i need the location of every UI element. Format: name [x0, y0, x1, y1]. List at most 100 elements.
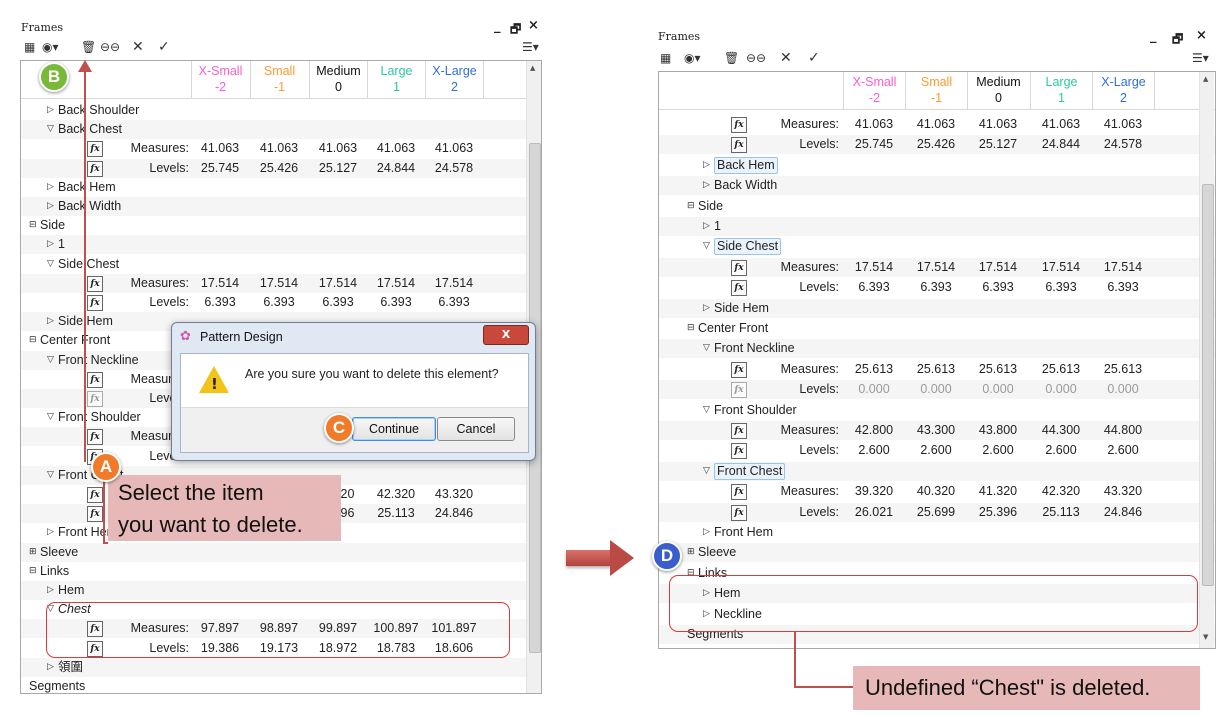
value-cell[interactable]: 25.699 [905, 503, 967, 522]
expand-box-icon[interactable]: ⊞ [29, 543, 37, 562]
scroll-up-icon[interactable]: ▲ [1203, 75, 1208, 83]
value-cell[interactable]: 24.846 [425, 504, 483, 523]
tree-node-label[interactable]: 1 [714, 217, 721, 236]
tree-node[interactable]: ▷ Back Hem [659, 156, 1215, 175]
link-icon[interactable]: ⊖⊖ [100, 40, 120, 54]
value-cell[interactable]: 6.393 [250, 293, 308, 312]
tree-node-label[interactable]: 領圍 [58, 658, 83, 677]
tree-node[interactable]: ⊟ Center Front [659, 319, 1215, 338]
formula-row[interactable]: fx Measures: 39.320 40.320 41.320 42.320 43.32… [659, 482, 1215, 501]
expanded-arrow-icon[interactable]: ▽ [47, 255, 54, 274]
formula-row[interactable]: fx Levels: 25.745 25.426 25.127 24.844 24.578 [659, 135, 1215, 155]
tree-node-label[interactable]: Sleeve [40, 543, 78, 562]
value-cell[interactable]: 25.745 [843, 135, 905, 154]
collapse-icon[interactable]: ⊟ [29, 331, 37, 350]
collapsed-arrow-icon[interactable]: ▷ [47, 101, 54, 120]
tree-node-label[interactable]: Front Neckline [714, 339, 795, 358]
tree-node[interactable]: ▷ Back Width [659, 176, 1215, 196]
value-cell[interactable]: 25.613 [905, 360, 967, 379]
collapse-icon[interactable]: ⊟ [29, 562, 37, 581]
value-cell[interactable]: 43.300 [905, 421, 967, 440]
tree-node[interactable]: ▷ 1 [659, 217, 1215, 236]
value-cell[interactable]: 41.063 [905, 115, 967, 134]
tree-node[interactable]: ▽ Side Chest [21, 255, 541, 274]
value-cell[interactable]: 44.800 [1092, 421, 1154, 440]
fx-icon[interactable]: fx [731, 443, 747, 460]
value-cell[interactable]: 41.063 [309, 139, 367, 158]
value-cell[interactable]: 0.000 [967, 380, 1029, 399]
value-cell[interactable]: 17.514 [967, 258, 1029, 277]
value-cell[interactable]: 25.127 [309, 159, 367, 178]
tree-node[interactable]: ⊟ Side [659, 197, 1215, 216]
tree-node[interactable]: ▷ 1 [21, 235, 541, 255]
value-cell[interactable]: 25.613 [843, 360, 905, 379]
tree-node-label[interactable]: Front Neckline [58, 351, 139, 370]
scroll-thumb[interactable] [1202, 184, 1214, 586]
collapsed-arrow-icon[interactable]: ▷ [47, 312, 54, 331]
tree-node[interactable]: ⊟ Side [21, 216, 541, 235]
collapsed-arrow-icon[interactable]: ▷ [703, 299, 710, 318]
value-cell[interactable]: 25.613 [967, 360, 1029, 379]
tree-node[interactable]: ▽ Back Chest [21, 120, 541, 140]
tree-node-label[interactable]: Back Hem [714, 156, 778, 174]
value-cell[interactable]: 6.393 [425, 293, 483, 312]
value-cell[interactable]: 43.320 [425, 485, 483, 504]
tree-node[interactable]: ⊞ Sleeve [21, 542, 541, 562]
value-cell[interactable]: 6.393 [905, 278, 967, 297]
column-header-small[interactable]: Small -1 [905, 72, 967, 109]
tree-node[interactable]: ▷ Back Hem [21, 178, 541, 197]
menu-icon[interactable]: ☰▾ [522, 40, 539, 54]
value-cell[interactable]: 2.600 [905, 441, 967, 460]
formula-row[interactable]: fx Levels: 25.745 25.426 25.127 24.844 24.578 [21, 158, 541, 178]
expanded-arrow-icon[interactable]: ▽ [703, 237, 710, 256]
tree-node-label[interactable]: Front Shoulder [714, 401, 797, 420]
value-cell[interactable]: 6.393 [191, 293, 249, 312]
value-cell[interactable]: 25.113 [367, 504, 425, 523]
fx-icon[interactable]: fx [731, 484, 747, 501]
tree-node-label[interactable]: Front Hem [714, 523, 773, 542]
value-cell[interactable]: 25.745 [191, 159, 249, 178]
value-cell[interactable]: 0.000 [1092, 380, 1154, 399]
expanded-arrow-icon[interactable]: ▽ [47, 466, 54, 485]
value-cell[interactable]: 6.393 [367, 293, 425, 312]
formula-row[interactable]: fx Measures: 25.613 25.613 25.613 25.613 25.61… [659, 360, 1215, 379]
trash-icon[interactable]: 🗑 [81, 40, 96, 54]
tree-node[interactable]: ▽ Front Chest [659, 461, 1215, 481]
value-cell[interactable]: 25.613 [1030, 360, 1092, 379]
minimize-button[interactable]: _ [1150, 29, 1157, 44]
tree-node-label[interactable]: Side Chest [714, 238, 782, 256]
value-cell[interactable]: 6.393 [967, 278, 1029, 297]
collapse-icon[interactable]: ⊟ [687, 319, 695, 338]
value-cell[interactable]: 2.600 [967, 441, 1029, 460]
value-cell[interactable]: 0.000 [843, 380, 905, 399]
value-cell[interactable]: 6.393 [843, 278, 905, 297]
collapsed-arrow-icon[interactable]: ▷ [47, 178, 54, 197]
tree-node[interactable]: ▷ 領圍 [21, 657, 541, 677]
menu-icon[interactable]: ☰▾ [1192, 51, 1209, 65]
fx-icon[interactable]: fx [731, 423, 747, 439]
value-cell[interactable]: 43.320 [1092, 482, 1154, 501]
expanded-arrow-icon[interactable]: ▽ [47, 351, 54, 370]
value-cell[interactable]: 25.426 [250, 159, 308, 178]
value-cell[interactable]: 17.514 [1030, 258, 1092, 277]
formula-row[interactable]: fx Levels: 0.000 0.000 0.000 0.000 0.000 [659, 380, 1215, 400]
continue-button[interactable]: Continue [352, 417, 436, 441]
tree-node-label[interactable]: Side Hem [714, 299, 769, 318]
eye-icon[interactable]: ◉▾ [42, 40, 59, 54]
value-cell[interactable]: 17.514 [905, 258, 967, 277]
tree-node[interactable]: ▽ Side Chest [659, 237, 1215, 256]
tree-node-label[interactable]: Center Front [40, 331, 110, 350]
expanded-arrow-icon[interactable]: ▽ [47, 408, 54, 427]
value-cell[interactable]: 24.846 [1092, 503, 1154, 522]
value-cell[interactable]: 26.021 [843, 503, 905, 522]
fx-icon[interactable]: fx [731, 137, 747, 154]
tree-node[interactable]: Segments [21, 677, 541, 693]
value-cell[interactable]: 41.063 [1030, 115, 1092, 134]
value-cell[interactable]: 41.063 [843, 115, 905, 134]
value-cell[interactable]: 17.514 [1092, 258, 1154, 277]
column-header-medium[interactable]: Medium 0 [967, 72, 1029, 109]
tree-node-label[interactable]: Back Width [714, 176, 777, 195]
column-header-medium[interactable]: Medium 0 [309, 61, 367, 98]
value-cell[interactable]: 25.113 [1030, 503, 1092, 522]
tree-node-label[interactable]: Back Shoulder [58, 101, 139, 120]
